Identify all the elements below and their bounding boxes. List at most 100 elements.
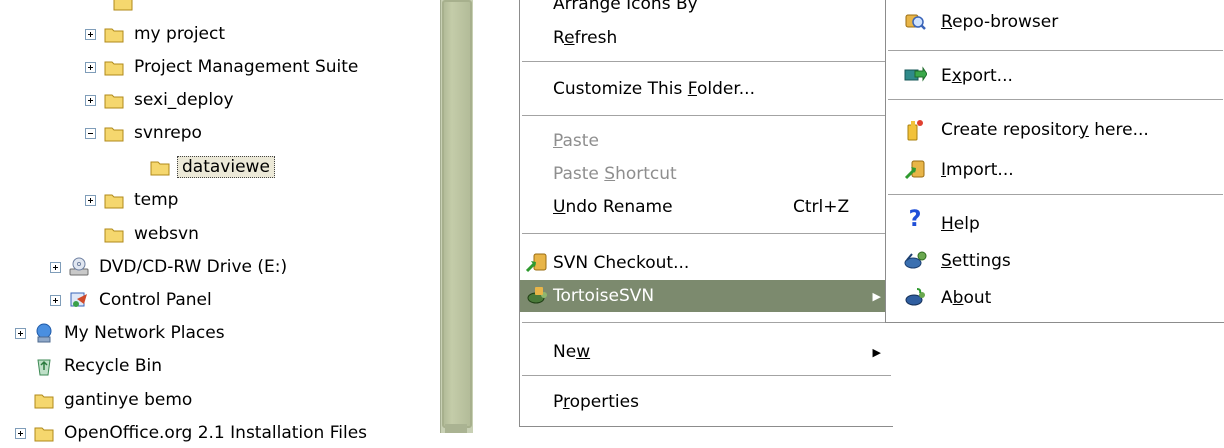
menu-separator — [888, 99, 1223, 100]
menu-separator — [522, 375, 891, 376]
menu-item-customize-folder[interactable]: Customize This Folder... — [520, 73, 893, 105]
menu-item-label: SVN Checkout... — [553, 253, 690, 273]
menu-item-refresh[interactable]: Refresh — [520, 22, 893, 54]
menu-item-label: Properties — [553, 392, 639, 412]
expand-toggle[interactable] — [85, 28, 96, 40]
submenu-item-import[interactable]: Import... — [886, 154, 1224, 186]
menu-item-label: Undo Rename — [553, 197, 673, 217]
tree-item-dataviewe[interactable]: dataviewe — [149, 152, 275, 182]
menu-separator — [888, 50, 1223, 51]
svn-checkout-icon — [525, 253, 547, 273]
tree-item-openoffice-installation[interactable]: OpenOffice.org 2.1 Installation Files — [15, 418, 370, 448]
submenu-item-repo-browser[interactable]: Repo-browser — [886, 6, 1224, 38]
menu-separator — [522, 233, 891, 234]
tree-item-label: my project — [134, 24, 226, 44]
folder-icon — [104, 61, 124, 76]
folder-open-icon — [104, 127, 124, 142]
expand-toggle[interactable] — [85, 94, 96, 106]
tree-item-label: temp — [134, 190, 179, 210]
tree-item-my-network-places[interactable]: My Network Places — [15, 318, 228, 348]
submenu-item-settings[interactable]: Settings — [886, 245, 1224, 277]
menu-separator — [522, 115, 891, 116]
tree-item-label: DVD/CD-RW Drive (E:) — [99, 257, 288, 277]
create-repository-icon — [907, 120, 923, 141]
submenu-item-about[interactable]: About — [886, 282, 1224, 314]
menu-item-paste[interactable]: Paste — [520, 125, 893, 157]
network-places-icon — [36, 323, 52, 343]
tree-item-label: gantinye bemo — [64, 390, 193, 410]
vertical-scrollbar[interactable] — [440, 0, 473, 433]
about-icon — [905, 288, 925, 306]
menu-item-label: Arrange Icons By — [553, 0, 698, 14]
control-panel-icon — [70, 292, 87, 307]
submenu-arrow-icon: ▶ — [872, 345, 881, 359]
expand-toggle[interactable] — [50, 294, 61, 306]
import-icon — [904, 160, 925, 180]
folder-icon — [104, 228, 124, 243]
submenu-item-help[interactable]: ? Help — [886, 208, 1224, 240]
tree-item-websvn[interactable]: websvn — [85, 219, 202, 249]
tree-item-label: svnrepo — [134, 123, 202, 143]
expand-toggle[interactable] — [85, 61, 96, 73]
submenu-item-label: Export... — [941, 66, 1013, 86]
tree-item-temp[interactable]: temp — [85, 185, 181, 215]
submenu-item-label: Repo-browser — [941, 12, 1059, 32]
scrollbar-thumb[interactable] — [442, 0, 472, 428]
tree-item-label: websvn — [134, 224, 199, 244]
tree-item-gantinye-bemo[interactable]: gantinye bemo — [33, 385, 195, 415]
tree-item-recycle-bin[interactable]: Recycle Bin — [33, 351, 165, 381]
menu-item-tortoisesvn[interactable]: TortoiseSVN ▶ — [520, 280, 893, 312]
submenu-item-export[interactable]: Export... — [886, 60, 1224, 92]
tree-item-label: My Network Places — [64, 323, 225, 343]
tree-item-clipped[interactable] — [112, 0, 140, 17]
menu-item-new[interactable]: New ▶ — [520, 336, 893, 368]
tree-item-label: Project Management Suite — [134, 57, 359, 77]
menu-item-shortcut: Ctrl+Z — [793, 197, 850, 217]
menu-item-label: New — [553, 342, 591, 362]
expand-toggle[interactable] — [85, 194, 96, 206]
expand-toggle[interactable] — [50, 261, 61, 273]
menu-item-properties[interactable]: Properties — [520, 386, 893, 418]
menu-separator — [522, 322, 891, 323]
menu-item-label: Refresh — [553, 28, 618, 48]
collapse-toggle[interactable] — [85, 127, 96, 139]
tree-item-project-management-suite[interactable]: Project Management Suite — [85, 52, 361, 82]
tree-item-label-selected: dataviewe — [177, 156, 275, 178]
folder-tree: my project Project Management Suite sexi… — [0, 0, 440, 443]
menu-separator — [888, 194, 1223, 195]
tree-item-label: sexi_deploy — [134, 90, 234, 110]
menu-separator — [522, 61, 891, 62]
folder-open-icon — [150, 161, 170, 176]
recycle-bin-icon — [37, 359, 51, 376]
context-menu: Arrange Icons By Refresh Customize This … — [519, 0, 893, 427]
folder-icon — [104, 28, 124, 43]
menu-item-label: TortoiseSVN — [553, 286, 655, 306]
settings-icon — [904, 251, 927, 269]
tree-item-sexi-deploy[interactable]: sexi_deploy — [85, 85, 237, 115]
menu-item-label: Customize This Folder... — [553, 79, 755, 99]
tree-item-my-project[interactable]: my project — [85, 19, 228, 49]
submenu-item-label: Create repository here... — [941, 120, 1149, 140]
submenu-item-create-repository[interactable]: Create repository here... — [886, 114, 1224, 146]
scroll-down-arrow[interactable] — [445, 424, 467, 433]
tree-item-dvd-drive[interactable]: DVD/CD-RW Drive (E:) — [50, 252, 290, 282]
expand-toggle[interactable] — [15, 327, 26, 339]
menu-item-undo-rename[interactable]: Undo Rename Ctrl+Z — [520, 191, 893, 223]
folder-icon — [104, 94, 124, 109]
tortoisesvn-submenu: Repo-browser Export... Create repository… — [885, 0, 1224, 323]
tree-item-label: Control Panel — [99, 290, 212, 310]
submenu-item-label: Settings — [941, 251, 1011, 271]
tree-item-svnrepo[interactable]: svnrepo — [85, 118, 205, 148]
menu-item-svn-checkout[interactable]: SVN Checkout... — [520, 247, 893, 279]
submenu-item-label: About — [941, 288, 992, 308]
folder-icon — [104, 194, 124, 209]
tree-item-label: OpenOffice.org 2.1 Installation Files — [64, 423, 368, 443]
expand-toggle[interactable] — [15, 427, 26, 439]
folder-icon — [34, 427, 54, 442]
menu-item-arrange-icons[interactable]: Arrange Icons By — [520, 0, 893, 20]
menu-item-paste-shortcut[interactable]: Paste Shortcut — [520, 158, 893, 190]
menu-item-label: Paste Shortcut — [553, 164, 677, 184]
submenu-item-label: Help — [941, 214, 980, 234]
tortoisesvn-icon — [527, 287, 547, 304]
tree-item-control-panel[interactable]: Control Panel — [50, 285, 215, 315]
